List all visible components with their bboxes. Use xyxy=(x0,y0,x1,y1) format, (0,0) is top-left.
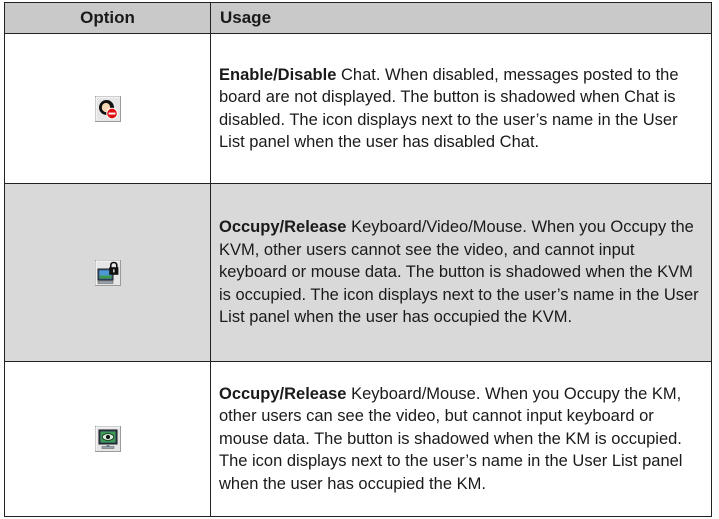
usage-column-header: Usage xyxy=(210,2,712,34)
option-cell xyxy=(4,361,211,517)
options-table: Option Usage Enable/Disable Chat. When d… xyxy=(4,2,712,517)
option-column-header: Option xyxy=(4,2,211,34)
usage-bold-term: Occupy/Release xyxy=(219,218,347,237)
usage-cell: Occupy/Release Keyboard/Mouse. When you … xyxy=(210,361,712,517)
km-occupy-icon[interactable] xyxy=(94,426,121,452)
kvm-occupy-icon[interactable] xyxy=(94,259,121,286)
usage-cell: Enable/Disable Chat. When disabled, mess… xyxy=(210,33,712,184)
usage-bold-term: Occupy/Release xyxy=(219,384,347,403)
usage-bold-term: Enable/Disable xyxy=(219,65,337,84)
usage-cell: Occupy/Release Keyboard/Video/Mouse. Whe… xyxy=(210,183,712,362)
option-cell xyxy=(4,33,211,184)
table-header-row: Option Usage xyxy=(4,2,712,34)
chat-disable-icon[interactable] xyxy=(94,95,121,122)
table-row: Enable/Disable Chat. When disabled, mess… xyxy=(4,33,712,184)
option-cell xyxy=(4,183,211,362)
table-row: Occupy/Release Keyboard/Video/Mouse. Whe… xyxy=(4,183,712,362)
table-row: Occupy/Release Keyboard/Mouse. When you … xyxy=(4,361,712,517)
